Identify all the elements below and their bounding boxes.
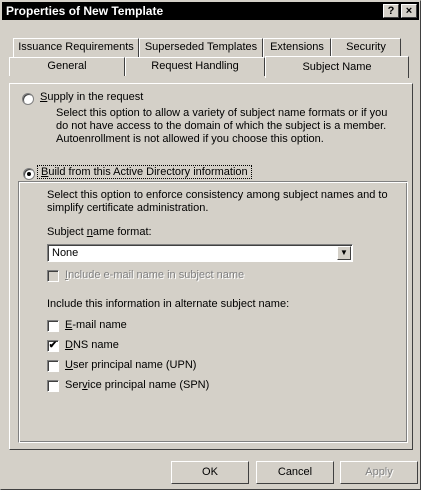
subject-name-format-label: Subject name format:: [47, 226, 152, 238]
email-name-label[interactable]: E-mail name: [65, 319, 127, 331]
supply-in-request-description: Select this option to allow a variety of…: [56, 107, 388, 145]
help-icon[interactable]: ?: [383, 4, 399, 18]
dns-name-label[interactable]: DNS name: [65, 339, 119, 351]
upn-label[interactable]: User principal name (UPN): [65, 359, 196, 371]
tab-superseded-templates[interactable]: Superseded Templates: [139, 38, 263, 57]
subject-name-format-dropdown[interactable]: None ▼: [47, 244, 353, 262]
window-title: Properties of New Template: [6, 4, 164, 18]
properties-dialog: Properties of New Template ? × Issuance …: [0, 0, 421, 490]
checkmark-icon: ✔: [48, 340, 58, 351]
spn-checkbox[interactable]: [47, 380, 59, 392]
dns-name-checkbox[interactable]: ✔: [47, 340, 59, 352]
apply-button[interactable]: Apply: [340, 461, 418, 484]
subject-name-format-value: None: [52, 247, 79, 259]
build-from-ad-group: [18, 181, 408, 443]
spn-label[interactable]: Service principal name (SPN): [65, 379, 209, 391]
tab-subject-name[interactable]: Subject Name: [265, 56, 409, 78]
upn-checkbox[interactable]: [47, 360, 59, 372]
alt-subject-name-heading: Include this information in alternate su…: [47, 298, 290, 310]
radio-selected-dot: [27, 172, 31, 176]
tab-issuance-requirements[interactable]: Issuance Requirements: [13, 38, 139, 57]
build-from-ad-label[interactable]: Build from this Active Directory informa…: [37, 165, 252, 179]
supply-in-request-label[interactable]: Supply in the request: [40, 91, 143, 103]
tab-security[interactable]: Security: [331, 38, 401, 57]
tab-extensions[interactable]: Extensions: [263, 38, 331, 57]
tab-request-handling[interactable]: Request Handling: [125, 57, 265, 76]
title-bar: Properties of New Template ? ×: [2, 2, 419, 20]
include-email-checkbox[interactable]: [47, 270, 59, 282]
supply-in-request-radio[interactable]: [22, 93, 34, 105]
chevron-down-icon[interactable]: ▼: [337, 246, 351, 260]
email-name-checkbox[interactable]: [47, 320, 59, 332]
close-icon[interactable]: ×: [401, 4, 417, 18]
build-from-ad-description: Select this option to enforce consistenc…: [47, 189, 388, 214]
cancel-button[interactable]: Cancel: [256, 461, 334, 484]
build-from-ad-radio[interactable]: [23, 168, 35, 180]
include-email-label: Include e-mail name in subject name: [65, 269, 245, 281]
tab-general[interactable]: General: [9, 57, 125, 76]
ok-button[interactable]: OK: [171, 461, 249, 484]
